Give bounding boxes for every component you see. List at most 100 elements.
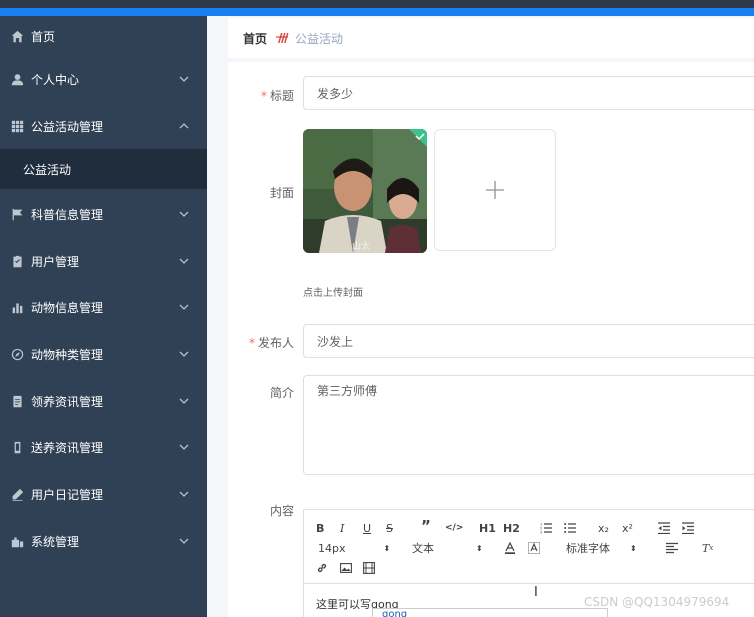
chart-icon bbox=[10, 300, 24, 314]
cover-hint: 点击上传封面 bbox=[303, 288, 363, 299]
accent-strip bbox=[0, 8, 754, 16]
settings-icon bbox=[10, 534, 24, 548]
user-icon bbox=[10, 72, 24, 86]
chevron-up-icon bbox=[179, 120, 189, 130]
editor-toolbar: B I U S ” </> H1 H2 123 x₂ x² 14px ⬍ 文本 ⬍ … bbox=[304, 510, 754, 584]
breadcrumb-separator-icon bbox=[275, 31, 289, 45]
chevron-down-icon bbox=[179, 395, 189, 405]
breadcrumb-home[interactable]: 首页 bbox=[243, 30, 267, 47]
clipboard-icon bbox=[10, 254, 24, 268]
link-icon[interactable] bbox=[316, 560, 328, 576]
chevron-down-icon bbox=[179, 488, 189, 498]
home-icon bbox=[10, 29, 24, 43]
superscript-icon[interactable]: x² bbox=[622, 520, 633, 536]
chevron-down-icon bbox=[179, 348, 189, 358]
font-family-select[interactable]: 标准字体 ⬍ bbox=[566, 540, 637, 556]
sidebar-item-charity[interactable]: 公益活动管理 bbox=[0, 106, 207, 146]
sidebar-item-profile[interactable]: 个人中心 bbox=[0, 59, 207, 99]
select-arrow-icon: ⬍ bbox=[630, 543, 637, 553]
sidebar-item-label: 送养资讯管理 bbox=[31, 440, 104, 455]
sidebar-item-label: 公益活动管理 bbox=[31, 119, 104, 134]
sidebar-item-label: 动物信息管理 bbox=[31, 300, 104, 315]
intro-label: 简介 bbox=[269, 386, 294, 400]
content-label: 内容 bbox=[269, 504, 294, 518]
chevron-down-icon bbox=[179, 255, 189, 265]
video-icon[interactable] bbox=[363, 560, 375, 576]
required-asterisk: * bbox=[248, 336, 255, 350]
text-style-select[interactable]: 文本 ⬍ bbox=[412, 540, 483, 556]
breadcrumb: 首页 公益活动 bbox=[228, 18, 754, 58]
strike-icon[interactable]: S bbox=[386, 520, 393, 536]
clear-format-icon[interactable]: Tx bbox=[702, 540, 713, 556]
indent-icon[interactable] bbox=[682, 520, 694, 536]
sidebar-item-animals[interactable]: 动物信息管理 bbox=[0, 287, 207, 327]
plus-icon bbox=[486, 181, 504, 199]
sidebar-item-users[interactable]: 用户管理 bbox=[0, 241, 207, 281]
publisher-input[interactable]: 沙发上 bbox=[303, 324, 754, 358]
document-icon bbox=[10, 394, 24, 408]
sidebar-item-label: 首页 bbox=[31, 29, 56, 44]
sidebar-item-label: 系统管理 bbox=[31, 534, 80, 549]
ordered-list-icon[interactable]: 123 bbox=[540, 520, 552, 536]
outdent-icon[interactable] bbox=[658, 520, 670, 536]
text-color-icon[interactable] bbox=[504, 540, 516, 556]
title-input[interactable]: 发多少 bbox=[303, 76, 754, 110]
grid-icon bbox=[10, 119, 24, 133]
cover-thumbnail[interactable]: 山太 bbox=[303, 129, 427, 253]
sidebar-item-label: 科普信息管理 bbox=[31, 207, 104, 222]
sidebar: 首页 个人中心 公益活动管理 公益活动 科普信息管理 用户管理 动物信息管理 动… bbox=[0, 16, 207, 617]
intro-textarea[interactable]: 第三方师傅 bbox=[303, 375, 754, 475]
underline-icon[interactable]: U bbox=[363, 520, 371, 536]
align-icon[interactable] bbox=[666, 540, 678, 556]
chevron-down-icon bbox=[179, 441, 189, 451]
sidebar-item-label: 动物种类管理 bbox=[31, 347, 104, 362]
background-color-icon[interactable] bbox=[528, 540, 540, 556]
sidebar-item-species[interactable]: 动物种类管理 bbox=[0, 334, 207, 374]
bullet-list-icon[interactable] bbox=[564, 520, 576, 536]
chevron-down-icon bbox=[179, 301, 189, 311]
subscript-icon[interactable]: x₂ bbox=[598, 520, 609, 536]
sidebar-item-label: 用户管理 bbox=[31, 254, 80, 269]
sidebar-item-label: 用户日记管理 bbox=[31, 487, 104, 502]
italic-icon[interactable]: I bbox=[340, 520, 344, 536]
cover-upload-button[interactable] bbox=[434, 129, 556, 251]
sidebar-item-label: 领养资讯管理 bbox=[31, 394, 104, 409]
top-bar bbox=[0, 0, 754, 16]
font-size-select[interactable]: 14px ⬍ bbox=[318, 540, 390, 556]
select-arrow-icon: ⬍ bbox=[383, 543, 391, 553]
pencil-icon bbox=[10, 487, 24, 501]
sidebar-item-system[interactable]: 系统管理 bbox=[0, 521, 207, 561]
sidebar-item-label: 个人中心 bbox=[31, 72, 80, 87]
heading-1-icon[interactable]: H1 bbox=[479, 520, 496, 536]
blockquote-icon[interactable]: ” bbox=[421, 517, 431, 535]
sidebar-subitem-charity-activity[interactable]: 公益活动 bbox=[0, 149, 207, 189]
chevron-down-icon bbox=[179, 535, 189, 545]
heading-2-icon[interactable]: H2 bbox=[503, 520, 520, 536]
compass-icon bbox=[10, 347, 24, 361]
phone-icon bbox=[10, 440, 24, 454]
select-arrow-icon: ⬍ bbox=[476, 543, 483, 553]
breadcrumb-current: 公益活动 bbox=[295, 31, 344, 46]
ime-suggestion[interactable]: gong bbox=[372, 608, 608, 617]
sidebar-item-rehoming[interactable]: 送养资讯管理 bbox=[0, 427, 207, 467]
required-asterisk: * bbox=[260, 89, 267, 103]
image-icon[interactable] bbox=[340, 560, 352, 576]
cover-caption: 山太 bbox=[352, 242, 371, 252]
flag-icon bbox=[10, 207, 24, 221]
sidebar-item-home[interactable]: 首页 bbox=[0, 16, 207, 56]
svg-text:3: 3 bbox=[540, 531, 542, 535]
title-label: * 标题 bbox=[260, 89, 294, 103]
watermark: CSDN @QQ1304979694 bbox=[584, 595, 730, 609]
activity-form: * 标题 发多少 封面 山太 点击上传封面 * 发布人 沙发上 简介 第三方师傅 内… bbox=[228, 62, 754, 617]
sidebar-item-adoption[interactable]: 领养资讯管理 bbox=[0, 381, 207, 421]
sidebar-item-diary[interactable]: 用户日记管理 bbox=[0, 474, 207, 514]
sidebar-item-science[interactable]: 科普信息管理 bbox=[0, 194, 207, 234]
publisher-label: * 发布人 bbox=[248, 336, 294, 350]
chevron-down-icon bbox=[179, 208, 189, 218]
text-cursor-icon: I bbox=[534, 585, 538, 600]
bold-icon[interactable]: B bbox=[316, 520, 324, 536]
code-block-icon[interactable]: </> bbox=[445, 520, 463, 536]
cover-label: 封面 bbox=[269, 186, 294, 200]
chevron-down-icon bbox=[179, 73, 189, 83]
sidebar-item-label: 公益活动 bbox=[23, 162, 72, 177]
